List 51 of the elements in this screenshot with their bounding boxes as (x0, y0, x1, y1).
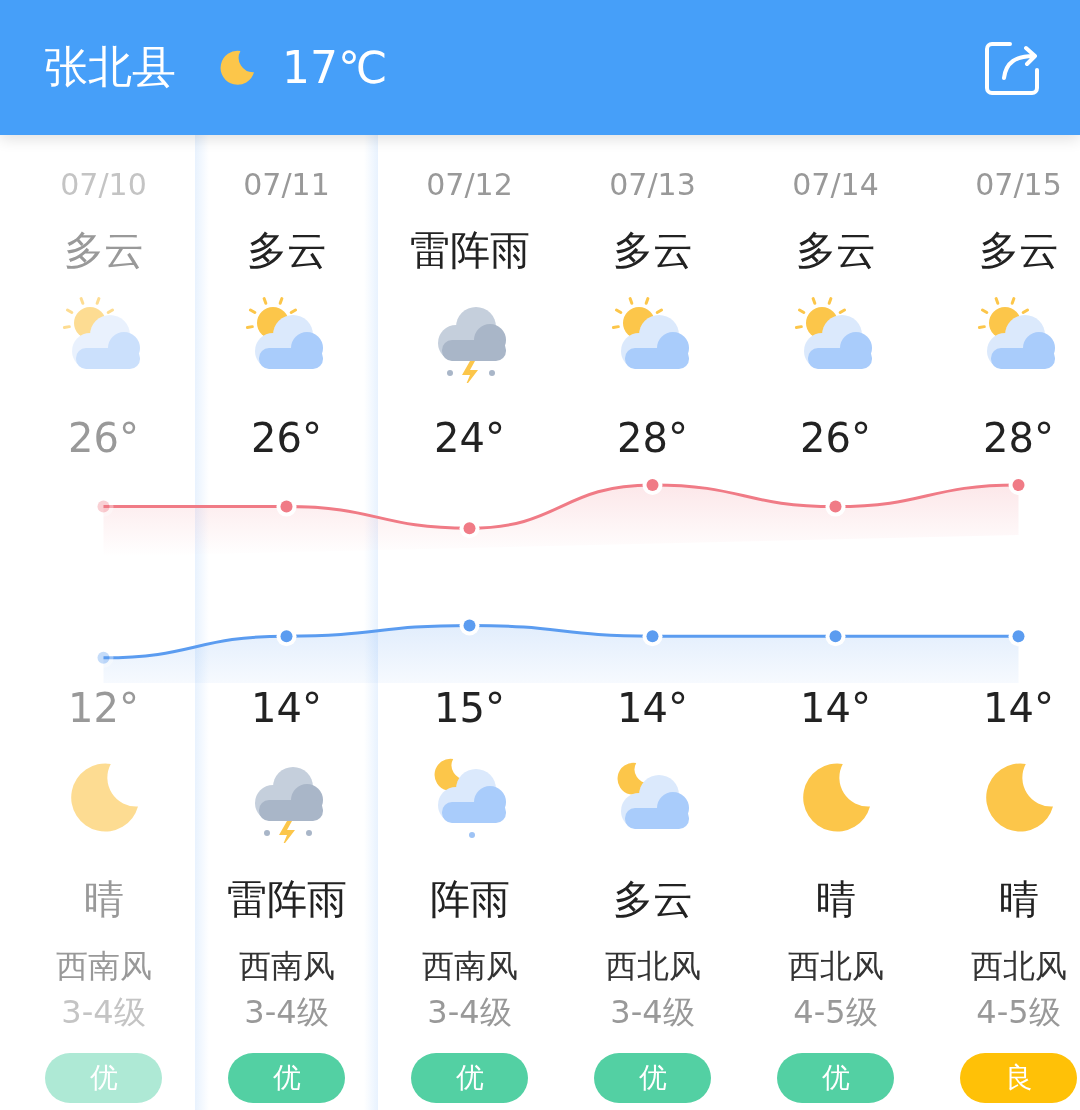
wind-direction: 西北风 (604, 946, 701, 986)
day-weather: 多云 (978, 227, 1059, 273)
date-label: 07/10 (60, 166, 147, 204)
date-label: 07/13 (609, 166, 696, 204)
day-weather: 多云 (795, 227, 876, 273)
low-temperature: 15° (434, 684, 505, 733)
night-weather: 多云 (612, 876, 693, 922)
air-quality-badge: 优 (777, 1053, 894, 1103)
wind-level: 4-5级 (793, 992, 878, 1032)
high-temperature: 24° (434, 414, 505, 463)
high-temperature: 26° (68, 414, 139, 463)
date-label: 07/12 (426, 166, 513, 204)
wind-direction: 西北风 (787, 946, 884, 986)
high-temperature: 26° (800, 414, 871, 463)
wind-level: 3-4级 (610, 992, 695, 1032)
wind-direction: 西南风 (238, 946, 335, 986)
air-quality-badge: 优 (594, 1053, 711, 1103)
air-quality-badge: 优 (45, 1053, 162, 1103)
air-quality-badge: 优 (411, 1053, 528, 1103)
air-quality-badge: 优 (228, 1053, 345, 1103)
wind-direction: 西南风 (55, 946, 152, 986)
city-name: 张北县 (44, 40, 176, 94)
night-weather: 晴 (83, 876, 124, 922)
wind-level: 4-5级 (976, 992, 1061, 1032)
wind-level: 3-4级 (61, 992, 146, 1032)
day-weather: 雷阵雨 (409, 227, 530, 273)
high-temperature: 28° (983, 414, 1054, 463)
day-column[interactable]: 07/11 多云 26° 14° 雷阵雨 西南风 3-4级 优 (195, 135, 378, 1110)
high-temperature: 28° (617, 414, 688, 463)
wind-direction: 西北风 (970, 946, 1067, 986)
low-temperature: 14° (800, 684, 871, 733)
day-weather: 多云 (63, 227, 144, 273)
low-temperature: 14° (251, 684, 322, 733)
date-label: 07/15 (975, 166, 1062, 204)
date-label: 07/14 (792, 166, 879, 204)
day-weather: 多云 (612, 227, 693, 273)
date-label: 07/11 (243, 166, 330, 204)
high-temperature: 26° (251, 414, 322, 463)
low-temperature: 14° (983, 684, 1054, 733)
night-weather: 阵雨 (429, 876, 510, 922)
air-quality-badge: 良 (960, 1053, 1077, 1103)
current-temperature: 17℃ (282, 42, 389, 93)
night-weather: 雷阵雨 (226, 876, 347, 922)
night-weather: 晴 (815, 876, 856, 922)
low-temperature: 12° (68, 684, 139, 733)
day-weather: 多云 (246, 227, 327, 273)
wind-level: 3-4级 (427, 992, 512, 1032)
wind-level: 3-4级 (244, 992, 329, 1032)
wind-direction: 西南风 (421, 946, 518, 986)
night-weather: 晴 (998, 876, 1039, 922)
low-temperature: 14° (617, 684, 688, 733)
